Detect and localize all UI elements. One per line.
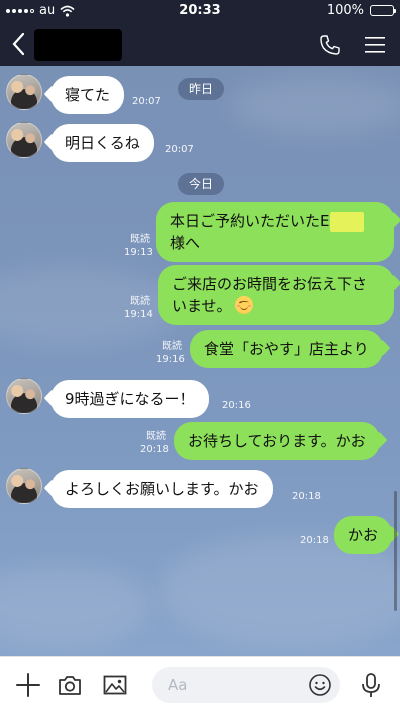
chat-header [0, 22, 400, 66]
chevron-left-icon[interactable] [8, 31, 32, 57]
message-bubble-incoming[interactable]: よろしくお願いします。かお [51, 470, 273, 508]
message-bubble-incoming[interactable]: 寝てた [51, 76, 125, 114]
message-bubble-outgoing[interactable]: お待ちしております。かお [174, 422, 380, 460]
message-read-status: 既読 19:14 [124, 296, 153, 320]
battery-percent: 100% [326, 3, 364, 18]
avatar[interactable] [6, 378, 42, 414]
message-bubble-outgoing[interactable]: ご来店のお時間をお伝え下さ いませ。 [158, 265, 394, 325]
avatar[interactable] [6, 122, 42, 158]
message-bubble-incoming[interactable]: 明日くるね [51, 124, 154, 162]
scrollbar[interactable] [394, 491, 397, 611]
message-time: 20:18 [300, 535, 329, 546]
message-time: 20:07 [165, 144, 194, 155]
message-time: 20:07 [132, 96, 161, 107]
input-bar [0, 656, 400, 711]
smiling-face-emoji-icon [234, 296, 253, 314]
emoji-icon[interactable] [308, 673, 332, 697]
plus-icon[interactable] [15, 672, 41, 698]
message-read-status: 既読 19:13 [124, 234, 153, 258]
message-bubble-outgoing[interactable]: 食堂「おやす」店主より [190, 330, 383, 368]
message-time: 20:18 [292, 491, 321, 502]
message-read-status: 既読 19:16 [156, 341, 185, 365]
avatar[interactable] [6, 74, 42, 110]
status-bar: au 20:33 100% [0, 0, 400, 22]
message-bubble-outgoing[interactable]: かお [334, 516, 393, 554]
date-chip-today: 今日 [178, 173, 225, 195]
date-chip-yesterday: 昨日 [178, 78, 225, 100]
hamburger-menu-icon[interactable] [364, 35, 386, 55]
chat-name-redacted[interactable] [34, 29, 122, 61]
status-right: 100% [326, 3, 396, 18]
chat-area[interactable]: 昨日 今日 寝てた 20:07 明日くるね 20:07 既読 19:13 本日ご… [0, 66, 400, 656]
message-read-status: 既読 20:18 [140, 431, 169, 455]
battery-icon [370, 5, 396, 16]
message-bubble-outgoing[interactable]: 本日ご予約いただいたE 様へ [156, 202, 394, 262]
avatar[interactable] [6, 468, 42, 504]
microphone-icon[interactable] [358, 672, 384, 698]
phone-icon[interactable] [318, 33, 342, 57]
redacted-name [330, 211, 365, 232]
message-time: 20:16 [222, 400, 251, 411]
image-icon[interactable] [102, 672, 128, 698]
message-bubble-incoming[interactable]: 9時過ぎになるー！ [51, 380, 209, 418]
camera-icon[interactable] [57, 672, 83, 698]
